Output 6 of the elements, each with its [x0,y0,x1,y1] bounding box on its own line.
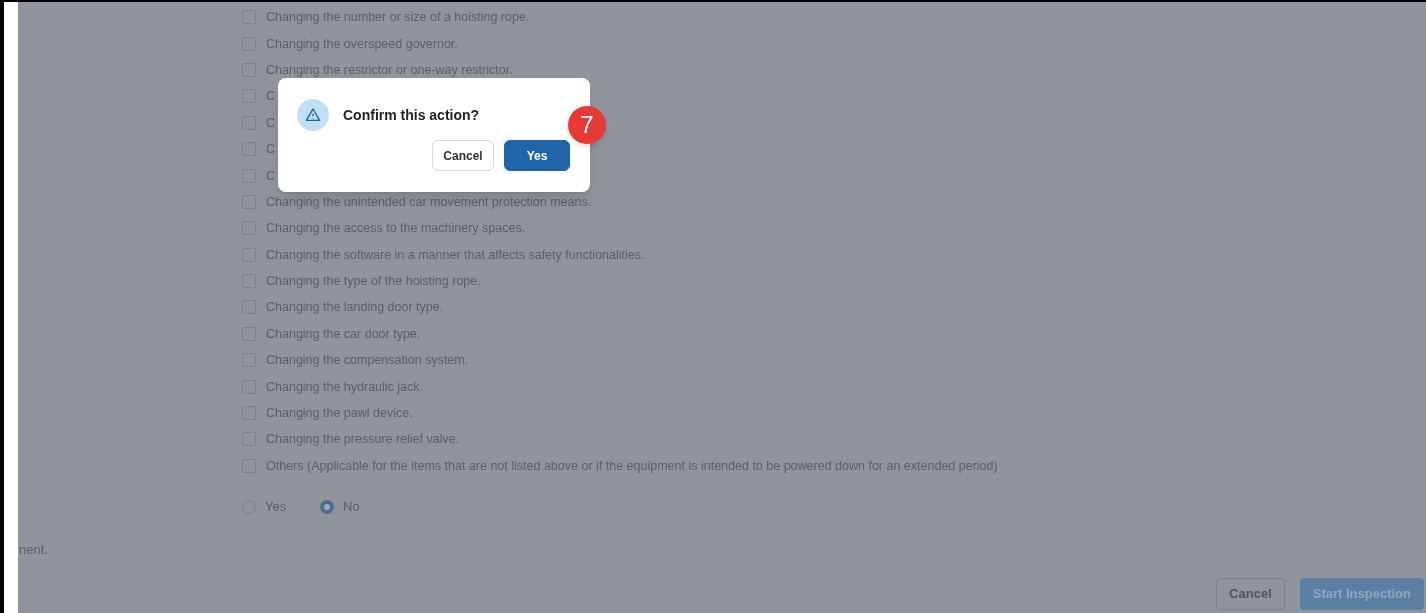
radio-button[interactable] [320,500,334,515]
step-badge: 7 [568,106,606,144]
dialog-title: Confirm this action? [343,105,480,125]
warning-icon [297,99,329,131]
yes-button[interactable]: Yes [504,140,570,171]
cancel-button[interactable]: Cancel [432,140,494,171]
